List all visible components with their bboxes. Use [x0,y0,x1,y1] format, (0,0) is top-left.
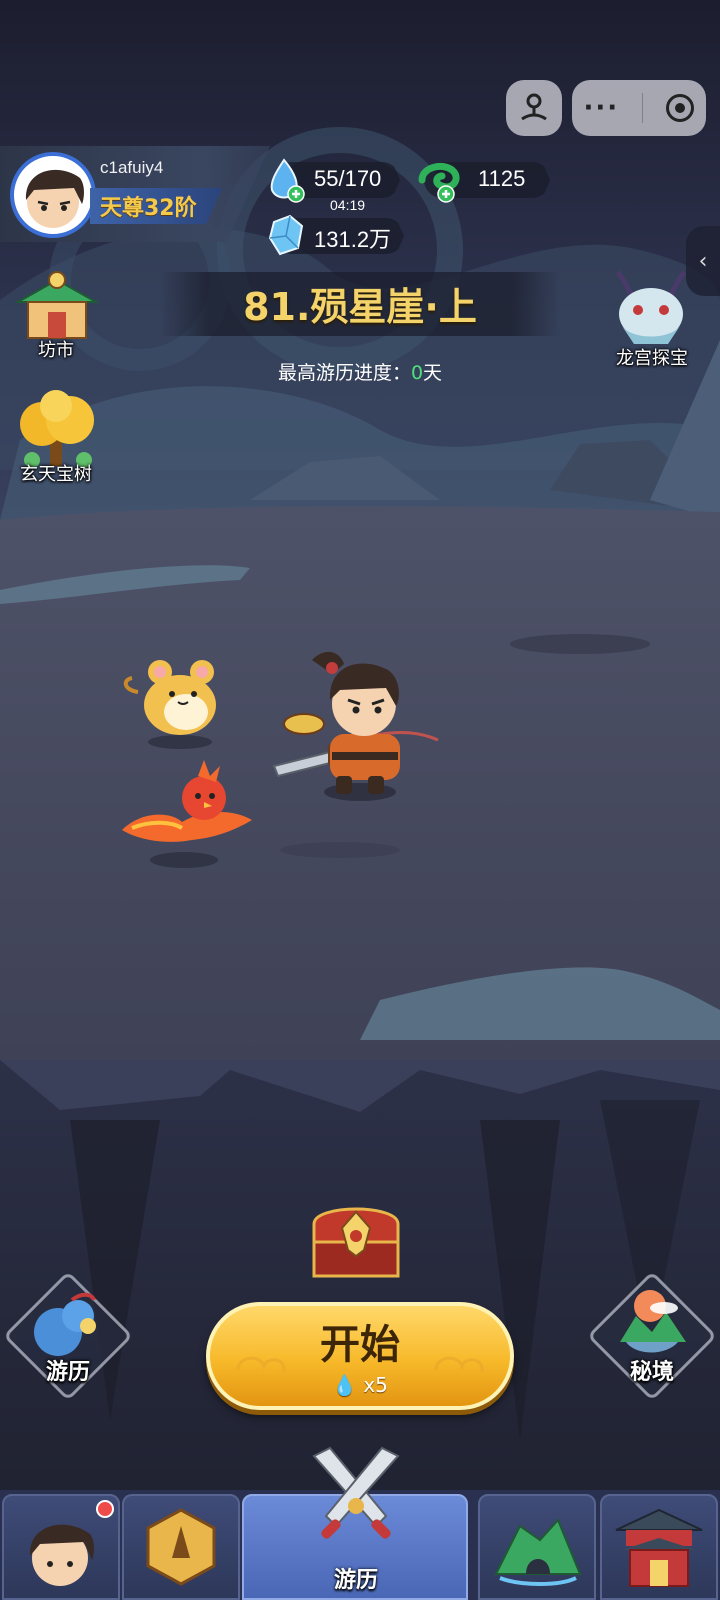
mini-program-capsule: ··· [572,80,706,136]
start-cost-value: x5 [363,1373,388,1397]
praying-hands-icon [146,1508,216,1586]
player-portrait-icon [25,169,84,228]
crystal-value: 131.2万 [314,227,392,252]
energy-value: 55/170 [314,166,382,191]
jade-coil-icon[interactable] [416,158,462,204]
mountain-cave-icon [494,1518,582,1586]
dragon-head-icon[interactable] [608,266,694,348]
player-rank: 天尊32阶 [100,196,197,221]
player-username: c1afuiy4 [100,158,164,177]
avatar[interactable] [10,152,96,238]
close-program-button[interactable] [666,94,695,122]
hamster-pet[interactable] [120,650,230,750]
progress-value: 0 [410,362,424,384]
progress-unit: 天 [423,362,443,384]
nav-travel-label: 游历 [333,1568,378,1593]
palace-gate-icon [615,1508,703,1587]
joystick-icon [521,93,547,121]
stage-title: 81.殒星崖·上 [243,285,477,329]
start-cost: 💧 x5 [206,1373,514,1397]
notification-badge [96,1500,114,1518]
nav-cave[interactable] [478,1494,596,1600]
energy-timer: 04:19 [330,197,366,213]
energy-drop-small-icon: 💧 [332,1373,357,1397]
game-screen: ··· c1afuiy4 天尊32阶 55/170 04:19 1125 131… [0,0,720,1600]
chevron-left-icon: ‹ [698,248,708,274]
jade-value: 1125 [478,166,526,191]
progress-label: 最高游历进度： [277,362,411,384]
start-label: 开始 [320,1322,400,1368]
crossed-swords-icon [312,1446,400,1539]
treasure-chest-icon[interactable] [308,1194,404,1284]
phoenix-pet[interactable] [112,760,262,880]
golden-tree-label[interactable]: 玄天宝树 [10,460,102,486]
capsule-divider [642,93,644,123]
market-label[interactable]: 坊市 [16,336,96,362]
nav-cultivation[interactable] [122,1494,240,1600]
travel-progress: 最高游历进度：0天 [200,358,520,385]
crystal-icon[interactable] [268,214,308,258]
more-options-button[interactable]: ··· [584,95,620,121]
target-icon [675,103,686,113]
golden-tree-icon[interactable] [12,390,102,470]
energy-drop-icon[interactable] [268,158,308,204]
player-hero[interactable] [270,640,450,820]
secret-realm-label: 秘境 [629,1360,674,1385]
travel-action-label: 游历 [45,1360,90,1385]
dragon-palace-label[interactable]: 龙宫探宝 [606,344,698,370]
nav-palace[interactable] [600,1494,718,1600]
joystick-button[interactable] [506,80,562,136]
